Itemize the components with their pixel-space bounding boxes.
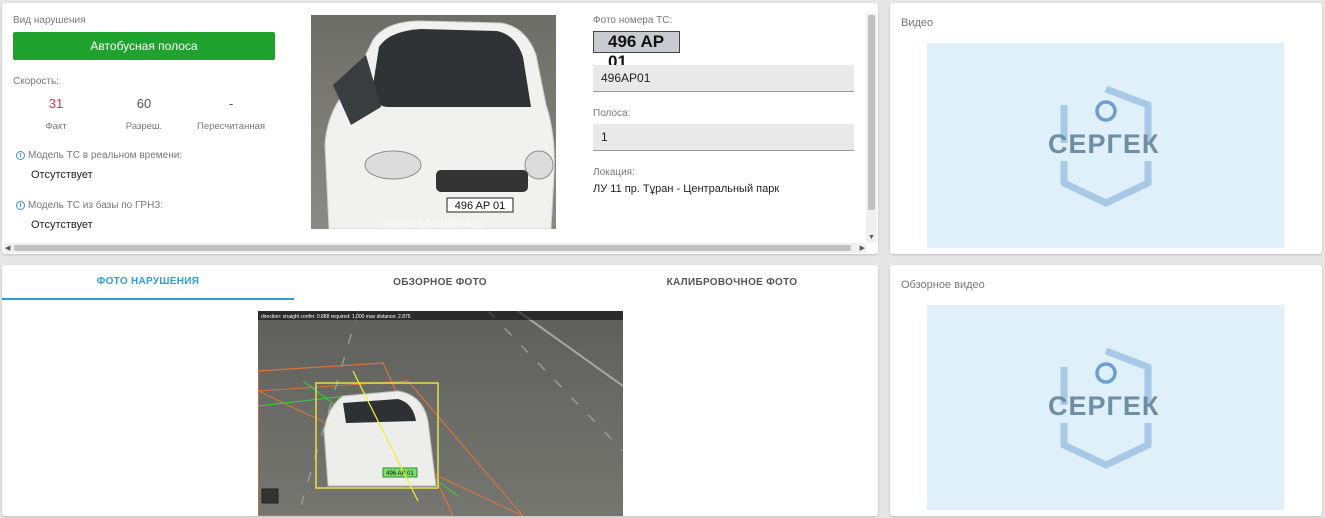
violation-photo-plate: 496 AP 01 — [386, 471, 414, 477]
overview-video-title: Обзорное видео — [901, 279, 985, 291]
violation-type-label: Вид нарушения — [13, 15, 86, 26]
video-logo-text: СЕРГЕК — [1048, 129, 1160, 159]
lane-field[interactable] — [593, 124, 854, 151]
model-realtime-label-row: i Модель ТС в реальном времени: — [16, 150, 182, 161]
car-photo[interactable]: 496 AP 01 1689016046989462 — [311, 15, 556, 229]
car-illustration: 496 AP 01 1689016046989462 — [324, 20, 555, 229]
model-db-value: Отсутствует — [31, 219, 93, 231]
overview-video-card: Обзорное видео СЕРГЕК — [890, 265, 1322, 516]
violation-info-card: Вид нарушения Автобусная полоса Скорость… — [2, 3, 878, 254]
video-player[interactable]: СЕРГЕК — [927, 43, 1284, 248]
location-label: Локация: — [593, 167, 635, 178]
violation-type-button[interactable]: Автобусная полоса — [13, 32, 275, 60]
video-card: Видео СЕРГЕК — [890, 3, 1322, 254]
horizontal-scrollbar-thumb[interactable] — [14, 245, 851, 251]
scroll-left-arrow-icon[interactable]: ◀ — [5, 244, 10, 252]
tab-overview-photo[interactable]: ОБЗОРНОЕ ФОТО — [294, 265, 586, 300]
info-icon[interactable]: i — [16, 200, 25, 210]
tab-violation-photo[interactable]: ФОТО НАРУШЕНИЯ — [2, 265, 294, 300]
tab-calibration-photo[interactable]: КАЛИБРОВОЧНОЕ ФОТО — [586, 265, 878, 300]
photo-tabs-card: ФОТО НАРУШЕНИЯ ОБЗОРНОЕ ФОТО КАЛИБРОВОЧН… — [2, 265, 878, 516]
speed-fact-caption: Факт — [45, 121, 67, 132]
horizontal-scrollbar[interactable]: ◀ ▶ — [4, 243, 866, 253]
plate-photo-label: Фото номера ТС: — [593, 15, 673, 26]
location-value: ЛУ 11 пр. Тұран - Центральный парк — [593, 183, 780, 195]
violation-photo[interactable]: 496 AP 01 direction: straight confm: 0.8… — [258, 311, 623, 516]
violation-photo-overlay-text: direction: straight confm: 0.888 require… — [261, 314, 411, 320]
lane-label: Полоса: — [593, 108, 631, 119]
overview-video-logo-text: СЕРГЕК — [1048, 391, 1160, 421]
violation-photo-illustration: 496 AP 01 direction: straight confm: 0.8… — [258, 311, 623, 516]
overview-video-player[interactable]: СЕРГЕК — [927, 305, 1284, 510]
speed-recalc-value: - — [228, 96, 234, 111]
speed-recalc-caption: Пересчитанная — [196, 121, 266, 132]
model-db-label: Модель ТС из базы по ГРНЗ: — [28, 200, 164, 211]
photo-watermark: 1689016046989462 — [378, 217, 485, 229]
speed-allowed-value: 60 — [136, 96, 152, 111]
scroll-down-arrow-icon[interactable]: ▼ — [868, 234, 875, 241]
car-plate-text: 496 AP 01 — [455, 200, 506, 212]
model-db-label-row: i Модель ТС из базы по ГРНЗ: — [16, 200, 163, 211]
plate-photo-image[interactable]: 496 AP 01 — [593, 31, 680, 71]
video-title: Видео — [901, 17, 934, 29]
speed-fact-value: 31 — [48, 96, 64, 111]
vertical-scrollbar-thumb[interactable] — [868, 15, 875, 210]
speed-allowed-caption: Разреш. — [125, 121, 163, 132]
speed-label: Скорость: — [13, 76, 59, 87]
info-icon[interactable]: i — [16, 150, 25, 160]
model-realtime-value: Отсутствует — [31, 169, 93, 181]
plate-number-field[interactable] — [593, 65, 854, 92]
model-realtime-label: Модель ТС в реальном времени: — [28, 150, 183, 161]
vertical-scrollbar[interactable]: ▼ — [866, 13, 877, 243]
scroll-right-arrow-icon[interactable]: ▶ — [860, 244, 865, 252]
